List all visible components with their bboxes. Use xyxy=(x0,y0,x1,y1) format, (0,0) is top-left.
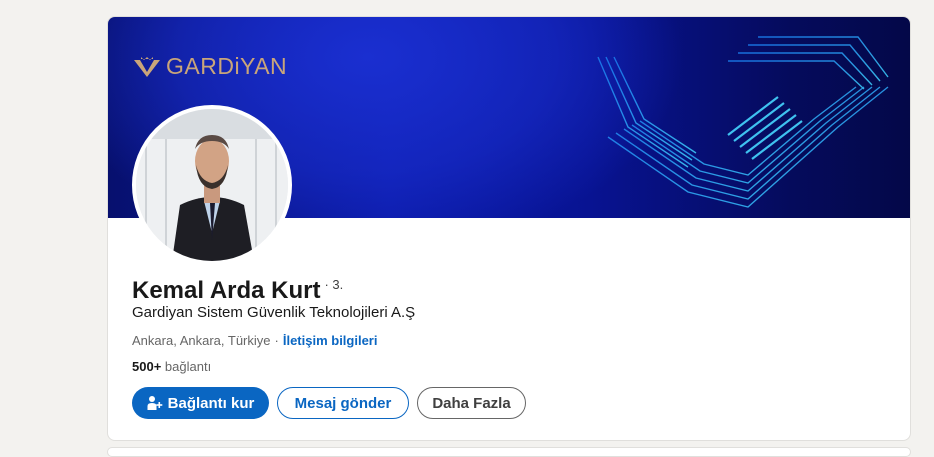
connections-label: bağlantı xyxy=(164,359,212,374)
profile-avatar[interactable] xyxy=(132,105,292,265)
connect-button[interactable]: Bağlantı kur xyxy=(132,387,269,419)
location-separator: · xyxy=(274,333,279,348)
connect-button-label: Bağlantı kur xyxy=(167,394,255,412)
location-row: Ankara, Ankara, Türkiye · İletişim bilgile… xyxy=(132,333,377,348)
company-logo: GARDiYAN xyxy=(132,53,287,80)
banner-decoration xyxy=(597,36,889,208)
location-text: Ankara, Ankara, Türkiye xyxy=(132,333,271,348)
more-button-label: Daha Fazla xyxy=(432,394,511,412)
connection-degree: · 3. xyxy=(324,277,344,292)
message-button[interactable]: Mesaj gönder xyxy=(277,387,409,419)
person-add-icon xyxy=(147,395,163,411)
connections-row[interactable]: 500+ bağlantı xyxy=(132,359,211,374)
profile-name: Kemal Arda Kurt xyxy=(132,277,321,304)
logo-text: GARDiYAN xyxy=(166,53,288,79)
profile-photo xyxy=(136,109,288,261)
profile-headline: Gardiyan Sistem Güvenlik Teknolojileri A… xyxy=(132,304,416,321)
message-button-label: Mesaj gönder xyxy=(294,394,392,412)
gardiyan-shield-icon xyxy=(134,56,160,77)
more-button[interactable]: Daha Fazla xyxy=(417,387,526,419)
name-row: Kemal Arda Kurt · 3. xyxy=(132,276,343,306)
next-section-card xyxy=(107,447,911,457)
connections-count: 500+ xyxy=(132,359,162,374)
profile-card: GARDiYAN Kemal Arda Kurt · 3. Gardiyan S… xyxy=(107,16,911,441)
contact-info-link[interactable]: İletişim bilgileri xyxy=(283,333,378,348)
